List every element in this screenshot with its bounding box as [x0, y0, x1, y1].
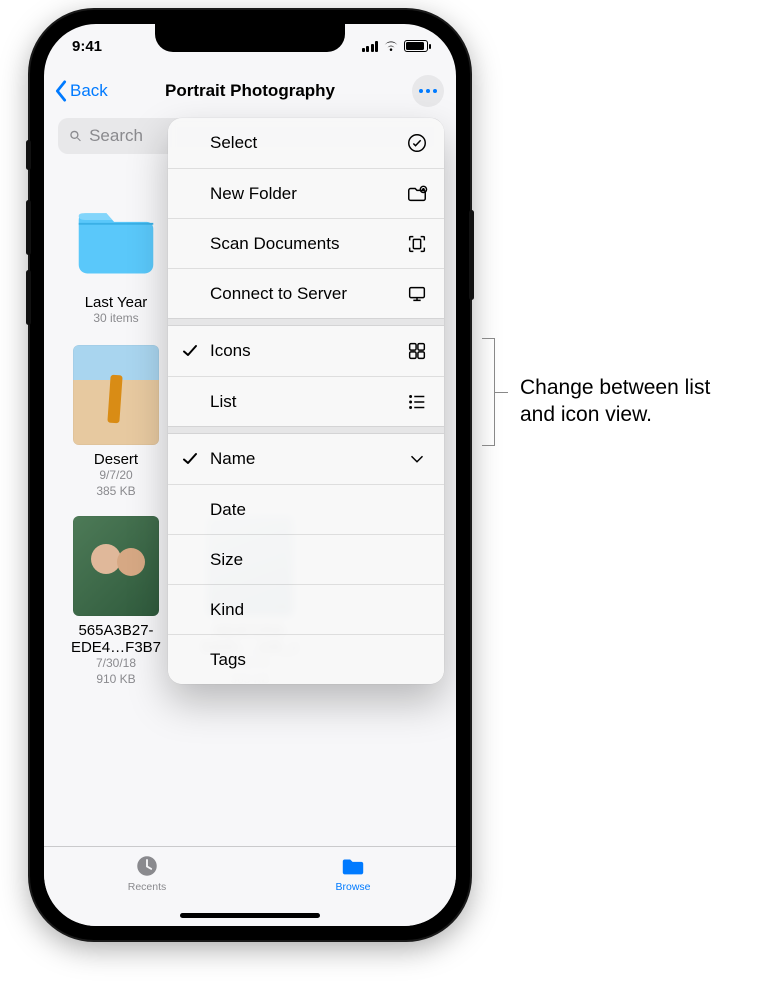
folder-icon [73, 198, 159, 284]
phone-frame: 9:41 Back Portrait Photography [30, 10, 470, 940]
item-date: 7/30/18 [96, 656, 136, 672]
item-name: Desert [94, 451, 138, 468]
item-date: 9/7/20 [99, 468, 132, 484]
menu-item-select[interactable]: Select [168, 118, 444, 168]
search-icon [68, 128, 83, 144]
list-icon [406, 391, 428, 413]
item-size: 910 KB [96, 672, 135, 686]
item-meta: 30 items [93, 311, 138, 327]
menu-section-sort: Name Date Size Kind Tags [168, 434, 444, 684]
menu-section-view: Icons List [168, 326, 444, 426]
item-name: 565A3B27-EDE4…F3B7 [57, 622, 175, 657]
menu-item-sort-date[interactable]: Date [168, 484, 444, 534]
select-circle-icon [406, 132, 428, 154]
more-button[interactable] [412, 75, 444, 107]
menu-label: Size [210, 550, 243, 570]
item-size: 385 KB [96, 484, 135, 498]
menu-label: Name [210, 449, 255, 469]
menu-separator [168, 318, 444, 326]
menu-label: Tags [210, 650, 246, 670]
item-name: Last Year [85, 294, 148, 311]
tab-recents[interactable]: Recents [44, 853, 250, 906]
ellipsis-icon [419, 89, 437, 93]
menu-label: Scan Documents [210, 234, 339, 254]
grid-item-folder[interactable]: Last Year 30 items [52, 190, 180, 327]
screen: 9:41 Back Portrait Photography [44, 24, 456, 926]
menu-item-scan-documents[interactable]: Scan Documents [168, 218, 444, 268]
callout-text: Change between list and icon view. [520, 374, 750, 429]
notch [155, 24, 345, 52]
menu-section-actions: Select New Folder Scan Documents Connect… [168, 118, 444, 318]
volume-down-button [26, 270, 31, 325]
menu-item-icons-view[interactable]: Icons [168, 326, 444, 376]
tab-browse[interactable]: Browse [250, 853, 456, 906]
chevron-down-icon [406, 448, 428, 470]
menu-separator [168, 426, 444, 434]
menu-label: Select [210, 133, 257, 153]
cell-signal-icon [362, 40, 379, 52]
back-button[interactable]: Back [54, 80, 108, 102]
menu-item-sort-name[interactable]: Name [168, 434, 444, 484]
menu-label: Connect to Server [210, 284, 347, 304]
menu-label: List [210, 392, 236, 412]
callout-bracket [482, 338, 512, 446]
menu-item-new-folder[interactable]: New Folder [168, 168, 444, 218]
folder-tab-icon [339, 853, 367, 879]
menu-label: Date [210, 500, 246, 520]
more-options-menu: Select New Folder Scan Documents Connect… [168, 118, 444, 684]
menu-item-list-view[interactable]: List [168, 376, 444, 426]
grid-item-image[interactable]: Desert 9/7/20 385 KB [52, 345, 180, 498]
menu-item-sort-size[interactable]: Size [168, 534, 444, 584]
check-icon [182, 343, 198, 359]
grid-icon [406, 340, 428, 362]
home-indicator[interactable] [180, 913, 320, 918]
volume-up-button [26, 200, 31, 255]
menu-item-connect-server[interactable]: Connect to Server [168, 268, 444, 318]
tab-label: Browse [335, 881, 370, 893]
wifi-icon [383, 40, 399, 52]
clock-icon [133, 853, 161, 879]
tab-bar: Recents Browse [44, 846, 456, 926]
thumbnail-image [73, 345, 159, 445]
tab-label: Recents [128, 881, 167, 893]
menu-label: Kind [210, 600, 244, 620]
menu-item-sort-tags[interactable]: Tags [168, 634, 444, 684]
thumbnail-image [73, 516, 159, 616]
battery-icon [404, 40, 428, 52]
new-folder-icon [406, 183, 428, 205]
side-power-button [469, 210, 474, 300]
back-label: Back [70, 81, 108, 101]
check-icon [182, 451, 198, 467]
menu-label: New Folder [210, 184, 297, 204]
mute-switch [26, 140, 31, 170]
chevron-left-icon [54, 80, 68, 102]
status-time: 9:41 [72, 38, 102, 55]
scan-doc-icon [406, 233, 428, 255]
menu-label: Icons [210, 341, 251, 361]
menu-item-sort-kind[interactable]: Kind [168, 584, 444, 634]
connect-server-icon [406, 283, 428, 305]
grid-item-image[interactable]: 565A3B27-EDE4…F3B7 7/30/18 910 KB [52, 516, 180, 686]
navigation-bar: Back Portrait Photography [44, 68, 456, 114]
